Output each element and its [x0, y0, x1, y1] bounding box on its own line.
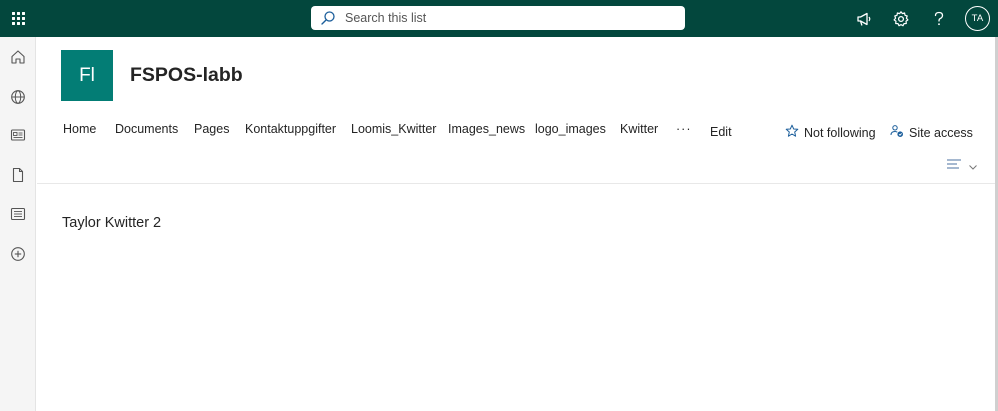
follow-label: Not following: [804, 125, 876, 140]
nav-item-documents[interactable]: Documents: [115, 122, 178, 136]
globe-icon[interactable]: [0, 79, 36, 115]
home-icon[interactable]: [0, 39, 36, 75]
site-access-button[interactable]: Site access: [890, 124, 973, 141]
nav-item-pages[interactable]: Pages: [194, 122, 229, 136]
nav-edit-link[interactable]: Edit: [710, 125, 732, 139]
nav-item-logo-images[interactable]: logo_images: [535, 122, 606, 136]
list-icon[interactable]: [0, 196, 36, 232]
nav-item-kontaktuppgifter[interactable]: Kontaktuppgifter: [245, 122, 336, 136]
avatar[interactable]: TA: [965, 6, 990, 31]
list-title: Taylor Kwitter 2: [62, 215, 162, 231]
follow-button[interactable]: Not following: [785, 124, 876, 141]
site-title[interactable]: FSPOS-labb: [130, 64, 243, 87]
app-launcher-icon[interactable]: [0, 0, 36, 37]
megaphone-icon[interactable]: [846, 0, 882, 37]
nav-item-loomis-kwitter[interactable]: Loomis_Kwitter: [351, 122, 436, 136]
star-icon: [785, 124, 799, 141]
nav-more-button[interactable]: ···: [676, 122, 692, 136]
app-bar: [0, 37, 36, 411]
search-input[interactable]: [345, 7, 665, 29]
header-divider: [37, 183, 998, 184]
nav-item-images-news[interactable]: Images_news: [448, 122, 525, 136]
site-logo[interactable]: Fl: [61, 50, 113, 101]
search-box[interactable]: [311, 6, 685, 30]
create-icon[interactable]: [0, 236, 36, 272]
chevron-down-icon: [968, 158, 978, 176]
list-view-icon: [946, 157, 962, 176]
gear-icon[interactable]: [883, 0, 919, 37]
people-access-icon: [890, 124, 904, 141]
nav-item-kwitter[interactable]: Kwitter: [620, 122, 658, 136]
nav-item-home[interactable]: Home: [63, 122, 96, 136]
suite-bar: TA: [0, 0, 998, 37]
search-icon: [311, 6, 345, 30]
help-icon[interactable]: [921, 0, 957, 37]
site-access-label: Site access: [909, 125, 973, 140]
view-options-button[interactable]: [946, 157, 978, 176]
news-icon[interactable]: [0, 117, 36, 153]
file-icon[interactable]: [0, 157, 36, 193]
